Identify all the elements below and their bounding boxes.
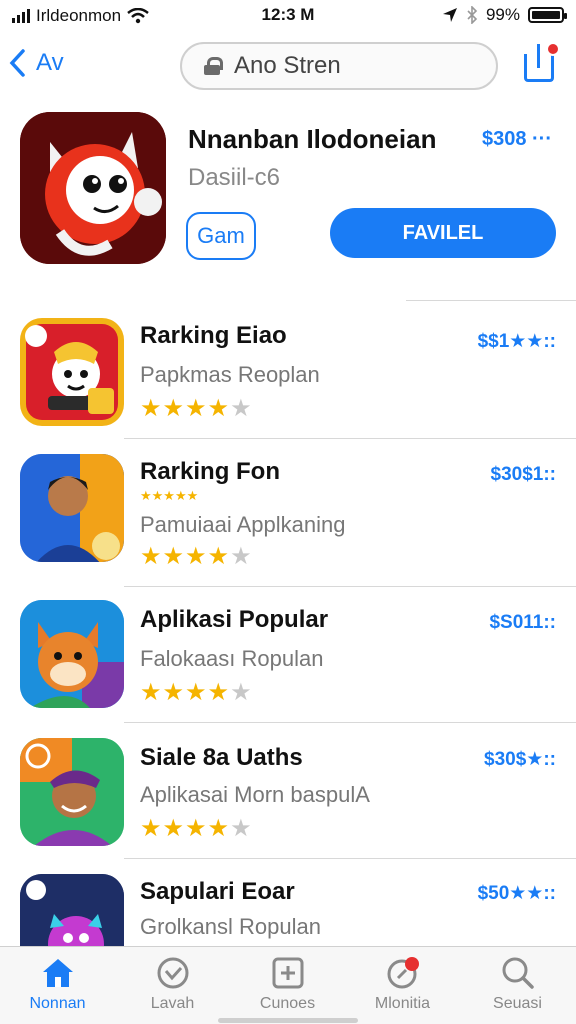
back-button[interactable]: Av — [8, 48, 64, 78]
mascot-icon — [20, 112, 166, 264]
add-box-icon — [272, 957, 303, 989]
divider — [406, 300, 576, 301]
app-title: Rarking Eiao — [140, 322, 287, 349]
tab-label: Seuasi — [493, 995, 542, 1012]
rating-stars: ★★★★★ — [140, 815, 253, 842]
featured-app: Nnanban Ilodoneian $308 ··· Dasiil-c6 Ga… — [0, 110, 576, 280]
divider — [124, 586, 576, 587]
tab-bar: Nonnan Lavah Cunoes Mlonitia Seuasi — [0, 946, 576, 1024]
featured-app-icon[interactable] — [20, 112, 166, 264]
featured-title: Nnanban Ilodoneian — [188, 124, 437, 154]
notification-badge — [546, 42, 560, 56]
featured-price[interactable]: $308 ··· — [482, 128, 552, 151]
list-item[interactable]: Aplikasi Popular Falokaası Ropulan ★★★★★… — [0, 600, 576, 720]
mini-rating-stars: ★★★★★ — [140, 488, 199, 503]
list-item[interactable]: Sapulari Eoar Grolkansl Ropulan $50★★:: — [0, 874, 576, 946]
app-subtitle: Papkmas Reoplan — [140, 362, 320, 387]
app-title: Rarking Fon — [140, 458, 281, 485]
list-item[interactable]: Rarking Eiao Papkmas Reoplan ★★★★★ $$1★★… — [0, 318, 576, 438]
primary-action-button[interactable]: FAVILEL — [330, 208, 556, 258]
rating-stars: ★★★★★ — [140, 679, 253, 706]
back-label: Av — [36, 49, 64, 76]
rating-stars: ★★★★★ — [140, 395, 253, 422]
tab-label: Nonnan — [29, 995, 86, 1012]
status-bar: Irldeonmon 12:3 M 99% — [0, 0, 576, 32]
home-icon — [42, 959, 73, 987]
get-button[interactable]: Gam — [186, 212, 256, 260]
divider — [124, 722, 576, 723]
app-subtitle: Pamuiaai Applkaning — [140, 512, 346, 537]
featured-subtitle: Dasiil-c6 — [188, 164, 281, 191]
app-icon — [20, 738, 124, 846]
search-icon — [502, 957, 534, 989]
app-icon — [20, 874, 124, 946]
battery-percent: 99% — [485, 5, 520, 24]
list-item[interactable]: Siale 8a Uaths Aplikasai Morn baspulA ★★… — [0, 738, 576, 858]
share-button[interactable] — [522, 42, 560, 82]
app-price[interactable]: $S011:: — [489, 612, 556, 634]
tab-favorites[interactable]: Lavah — [115, 955, 230, 1021]
app-title: Aplikasi Popular — [140, 606, 329, 633]
app-price[interactable]: $30$1:: — [491, 464, 557, 486]
lock-icon — [204, 57, 223, 75]
app-subtitle: Aplikasai Morn baspulA — [140, 782, 370, 807]
app-icon — [20, 318, 124, 426]
nav-bar: Av Ano Stren — [0, 36, 576, 96]
tab-label: Lavah — [150, 995, 195, 1012]
app-subtitle: Falokaası Ropulan — [140, 646, 324, 671]
app-title: Sapulari Eoar — [140, 878, 295, 905]
tab-notifications[interactable]: Mlonitia — [345, 955, 460, 1021]
heart-check-icon — [157, 957, 188, 989]
app-price[interactable]: $30$★:: — [484, 748, 556, 771]
status-right: 99% — [442, 5, 567, 25]
home-indicator — [218, 1018, 358, 1023]
battery-icon — [528, 7, 567, 23]
search-text: Ano Stren — [234, 52, 341, 79]
notification-icon — [387, 957, 419, 989]
app-price[interactable]: $50★★:: — [478, 882, 556, 905]
tab-add[interactable]: Cunoes — [230, 955, 345, 1021]
app-subtitle: Grolkansl Ropulan — [140, 914, 321, 939]
chevron-left-icon — [9, 49, 25, 77]
app-price[interactable]: $$1★★:: — [478, 330, 556, 353]
rating-stars: ★★★★★ — [140, 543, 253, 570]
bluetooth-icon — [467, 6, 478, 24]
app-icon — [20, 454, 124, 562]
app-icon — [20, 600, 124, 708]
tab-label: Mlonitia — [374, 995, 431, 1012]
app-title: Siale 8a Uaths — [140, 744, 303, 771]
tab-label: Cunoes — [259, 995, 316, 1012]
location-icon — [442, 8, 457, 22]
tab-search[interactable]: Seuasi — [460, 955, 575, 1021]
divider — [124, 858, 576, 859]
search-field[interactable]: Ano Stren — [180, 42, 498, 90]
tab-home[interactable]: Nonnan — [0, 955, 115, 1021]
list-item[interactable]: Rarking Fon ★★★★★ Pamuiaai Applkaning ★★… — [0, 454, 576, 578]
divider — [124, 438, 576, 439]
